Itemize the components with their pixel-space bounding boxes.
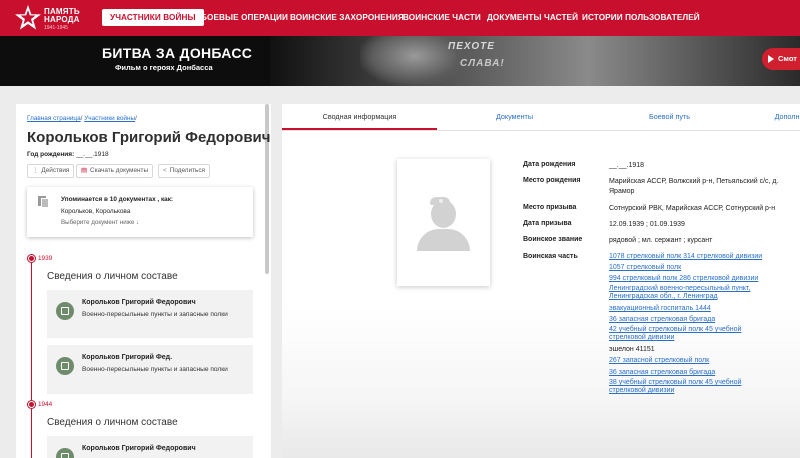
document-card-name: Корольков Григорий Фед. <box>82 354 173 361</box>
star-icon <box>15 5 41 30</box>
unit-text: эшелон 41151 <box>609 346 655 353</box>
section-heading: Сведения о личном составе <box>47 417 178 428</box>
birth-place-label: Место рождения <box>523 177 581 184</box>
unit-link[interactable]: 38 учебный стрелковый полк 45 учебной ст… <box>609 379 779 395</box>
tab-additional[interactable]: Дополн <box>747 104 800 130</box>
actions-button[interactable]: ⋮ Действия <box>27 164 75 178</box>
banner-watch-label: Смот <box>778 54 797 63</box>
birth-date-label: Дата рождения <box>523 161 576 168</box>
draft-place-value: Сотнурский РВК, Марийская АССР, Сотнурск… <box>609 205 776 212</box>
mentions-title: Упоминается в 10 документах , как: <box>61 196 174 203</box>
share-icon: < <box>163 167 167 174</box>
portrait-placeholder <box>397 159 490 286</box>
top-navigation: ПАМЯТЬ НАРОДА 1941-1945 УЧАСТНИКИ ВОЙНЫ Б… <box>0 0 800 36</box>
mentions-card: Упоминается в 10 документах , как: Корол… <box>27 187 253 237</box>
documents-icon <box>38 196 49 208</box>
document-card-name: Корольков Григорий Федорович <box>82 445 196 452</box>
rank-value: рядовой ; мл. сержант ; курсант <box>609 237 713 244</box>
timeline-dot <box>28 255 35 262</box>
draft-place-label: Место призыва <box>523 204 577 211</box>
download-documents-button[interactable]: ▤ Скачать документы <box>76 164 154 178</box>
more-vertical-icon: ⋮ <box>32 167 39 174</box>
breadcrumb-section[interactable]: Участники войны <box>84 115 135 122</box>
section-heading: Сведения о личном составе <box>47 271 178 282</box>
document-card-desc: Военно-пересыльные пункты и запасные пол… <box>82 311 228 318</box>
draft-date-value: 12.09.1939 ; 01.09.1939 <box>609 221 685 228</box>
share-button[interactable]: < Поделиться <box>158 164 211 178</box>
unit-link[interactable]: 994 стрелковый полк 286 стрелковой дивиз… <box>609 275 779 283</box>
unit-link[interactable]: 1057 стрелковый полк <box>609 264 779 272</box>
birth-year-label: Год рождения: <box>27 151 75 158</box>
breadcrumb-home[interactable]: Главная страница <box>27 115 81 122</box>
person-card-icon <box>56 357 74 375</box>
nav-item-unit-documents[interactable]: ДОКУМЕНТЫ ЧАСТЕЙ <box>487 13 578 22</box>
breadcrumb: Главная страница/ Участники войны/ <box>27 115 137 122</box>
soldier-silhouette-icon <box>417 229 470 251</box>
timeline-line <box>31 254 32 458</box>
unit-link[interactable]: 267 запасной стрелковый полк <box>609 357 779 365</box>
nav-item-user-stories[interactable]: ИСТОРИИ ПОЛЬЗОВАТЕЛЕЙ <box>582 13 700 22</box>
actions-label: Действия <box>41 167 70 174</box>
promo-banner[interactable]: ПЕХОТЕ СЛАВА! БИТВА ЗА ДОНБАСС Фильм о г… <box>0 36 800 86</box>
main-content: Сводная информация Документы Боевой путь… <box>282 104 800 458</box>
nav-item-participants[interactable]: УЧАСТНИКИ ВОЙНЫ <box>102 9 204 26</box>
document-card[interactable]: Корольков Григорий Федорович Военно-пере… <box>47 290 253 338</box>
play-icon <box>768 55 774 63</box>
document-card-name: Корольков Григорий Федорович <box>82 299 196 306</box>
banner-subtitle: Фильм о героях Донбасса <box>115 63 213 72</box>
logo-years: 1941-1945 <box>44 25 68 31</box>
timeline-dot <box>28 401 35 408</box>
download-label: Скачать документы <box>90 167 149 174</box>
unit-label: Воинская часть <box>523 253 578 260</box>
unit-link[interactable]: 42 учебный стрелковый полк 45 учебной ст… <box>609 326 779 342</box>
document-card-desc: Военно-пересыльные пункты и запасные пол… <box>82 366 228 373</box>
logo-line2: НАРОДА <box>44 15 80 24</box>
unit-link[interactable]: 1078 стрелковый полк 314 стрелковой диви… <box>609 253 779 261</box>
person-name: Корольков Григорий Федорович <box>27 129 271 146</box>
banner-photo <box>270 36 800 86</box>
site-logo[interactable]: ПАМЯТЬ НАРОДА 1941-1945 <box>14 4 94 32</box>
unit-link[interactable]: 36 запасная стрелковая бригада <box>609 316 779 324</box>
nav-item-units[interactable]: ВОИНСКИЕ ЧАСТИ <box>403 13 481 22</box>
person-card-icon <box>56 448 74 458</box>
draft-date-label: Дата призыва <box>523 220 572 227</box>
tabs-bar: Сводная информация Документы Боевой путь… <box>282 104 800 131</box>
birth-year: Год рождения: __.__.1918 <box>27 151 109 158</box>
banner-engraving-2: СЛАВА! <box>460 58 505 69</box>
banner-title: БИТВА ЗА ДОНБАСС <box>102 45 253 61</box>
banner-engraving-1: ПЕХОТЕ <box>448 41 495 52</box>
banner-watch-button[interactable]: Смот <box>762 48 800 70</box>
document-icon: ▤ <box>81 167 88 174</box>
birth-place-value: Марийская АССР, Волжский р-н, Петьяльски… <box>609 178 779 195</box>
mentions-names: Корольков, Королькова <box>61 208 131 215</box>
unit-link[interactable]: 36 запасная стрелковая бригада <box>609 369 779 377</box>
document-card[interactable]: Корольков Григорий Фед. Военно-пересыльн… <box>47 345 253 394</box>
document-card[interactable]: Корольков Григорий Федорович <box>47 436 253 458</box>
birth-date-value: __.__.1918 <box>609 162 645 169</box>
mentions-hint: Выберите документ ниже ↓ <box>61 219 140 226</box>
tab-combat-path[interactable]: Боевой путь <box>592 104 747 130</box>
rank-label: Воинское звание <box>523 236 583 243</box>
birth-year-value: __.__.1918 <box>76 151 109 158</box>
share-label: Поделиться <box>169 167 206 174</box>
person-sidebar: Главная страница/ Участники войны/ Корол… <box>16 104 271 458</box>
nav-item-battles[interactable]: БОЕВЫЕ ОПЕРАЦИИ <box>201 13 288 22</box>
timeline-year: 1939 <box>38 255 53 262</box>
tab-documents[interactable]: Документы <box>437 104 592 130</box>
timeline-year: 1944 <box>38 401 53 408</box>
nav-item-burials[interactable]: ВОИНСКИЕ ЗАХОРОНЕНИЯ <box>290 13 404 22</box>
unit-link[interactable]: Ленинградский военно-пересыльный пункт, … <box>609 285 779 301</box>
person-card-icon <box>56 302 74 320</box>
unit-link[interactable]: эвакуационный госпиталь 1444 <box>609 305 779 313</box>
tab-summary[interactable]: Сводная информация <box>282 104 437 130</box>
